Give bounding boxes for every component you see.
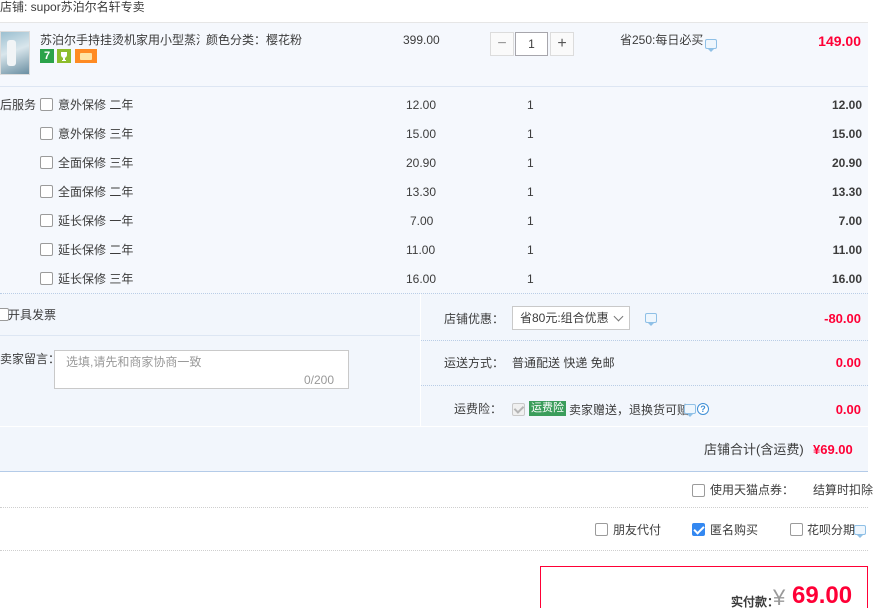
chat-icon[interactable] — [684, 404, 696, 417]
unit-price: 399.00 — [403, 33, 440, 47]
divider — [0, 22, 868, 23]
message-char-count: 0/200 — [304, 373, 335, 387]
store-total-label: 店铺合计(含运费) — [704, 442, 804, 457]
service-name: 意外保修 三年 — [58, 127, 134, 141]
message-label: 卖家留言： — [0, 352, 61, 366]
service-checkbox[interactable] — [40, 214, 53, 227]
store-discount-selected: 省80元:组合优惠 — [520, 311, 609, 325]
service-total: 20.90 — [831, 156, 862, 170]
service-qty: 1 — [527, 272, 534, 286]
friend-pay-label[interactable]: 朋友代付 — [613, 523, 661, 537]
service-name: 延长保修 三年 — [58, 272, 134, 286]
service-total: 7.00 — [838, 214, 862, 228]
service-price: 16.00 — [406, 272, 437, 286]
chat-icon[interactable] — [645, 313, 657, 326]
service-price: 13.30 — [406, 185, 437, 199]
payment-label: 实付款： — [731, 595, 780, 608]
service-price: 7.00 — [410, 214, 434, 228]
service-checkbox[interactable] — [40, 185, 53, 198]
divider — [421, 340, 868, 341]
promotion-text: 省250:每日必买 — [620, 33, 704, 47]
shipping-method: 普通配送 快递 免邮 — [512, 356, 615, 370]
points-status: 结算时扣除 — [813, 483, 874, 497]
service-checkbox[interactable] — [40, 272, 53, 285]
quantity-decrease-button[interactable]: − — [490, 32, 514, 56]
service-qty: 1 — [527, 127, 534, 141]
chevron-down-icon — [613, 311, 624, 322]
service-price: 15.00 — [406, 127, 437, 141]
seven-day-return-icon[interactable]: 7 — [40, 49, 54, 63]
store-total-amount: ¥69.00 — [813, 442, 853, 457]
huabei-label[interactable]: 花呗分期 — [807, 523, 855, 537]
service-name: 全面保修 二年 — [58, 185, 134, 199]
service-qty: 1 — [527, 185, 534, 199]
freight-insurance-text: 卖家赠送，退换货可赔 — [569, 403, 690, 417]
store-discount-amount: -80.00 — [824, 311, 861, 326]
services-label: 后服务 — [0, 98, 37, 112]
service-price: 11.00 — [406, 243, 436, 257]
service-name: 延长保修 二年 — [58, 243, 134, 257]
trophy-icon[interactable] — [57, 49, 71, 63]
service-total: 13.30 — [831, 185, 862, 199]
shop-title: 店铺: supor苏泊尔名轩专卖 — [0, 0, 145, 14]
freight-insurance-label: 运费险： — [454, 402, 503, 416]
store-discount-select[interactable]: 省80元:组合优惠 — [512, 306, 630, 330]
divider — [0, 550, 868, 551]
help-icon[interactable]: ? — [697, 403, 709, 415]
service-checkbox[interactable] — [40, 127, 53, 140]
service-name: 延长保修 一年 — [58, 214, 134, 228]
service-qty: 1 — [527, 214, 534, 228]
service-total: 12.00 — [831, 98, 862, 112]
payment-amount: 69.00 — [792, 582, 853, 608]
product-thumbnail[interactable] — [0, 31, 30, 75]
service-checkbox[interactable] — [40, 156, 53, 169]
chat-icon[interactable] — [705, 39, 717, 52]
divider — [421, 385, 868, 386]
service-qty: 1 — [527, 156, 534, 170]
payment-currency: ¥ — [773, 585, 786, 608]
points-label[interactable]: 使用天猫点券： — [710, 483, 794, 497]
divider — [0, 471, 868, 472]
service-total: 11.00 — [832, 243, 862, 257]
points-checkbox[interactable] — [692, 484, 705, 497]
service-price: 20.90 — [406, 156, 437, 170]
shipping-amount: 0.00 — [835, 355, 861, 370]
freight-insurance-checkbox — [512, 403, 525, 416]
freight-insurance-badge: 运费险 — [529, 401, 566, 416]
divider — [0, 86, 868, 87]
product-title-link[interactable]: 苏泊尔手持挂烫机家用小型蒸汽... — [40, 33, 200, 47]
service-qty: 1 — [527, 243, 534, 257]
divider — [0, 335, 420, 336]
shipping-label: 运送方式： — [444, 356, 505, 370]
credit-card-icon[interactable] — [75, 49, 97, 63]
service-qty: 1 — [527, 98, 534, 112]
service-price: 12.00 — [406, 98, 437, 112]
divider — [0, 507, 868, 508]
invoice-label[interactable]: 开具发票 — [8, 308, 56, 322]
friend-pay-checkbox[interactable] — [595, 523, 608, 536]
anonymous-checkbox[interactable] — [692, 523, 705, 536]
message-placeholder: 选填,请先和商家协商一致 — [66, 355, 202, 369]
product-sku: 颜色分类：樱花粉 — [206, 33, 303, 47]
quantity-input[interactable]: 1 — [515, 32, 548, 56]
service-total: 16.00 — [831, 272, 862, 286]
quantity-increase-button[interactable]: + — [550, 32, 574, 56]
chat-icon[interactable] — [854, 525, 866, 538]
anonymous-label[interactable]: 匿名购买 — [710, 523, 758, 537]
freight-insurance-amount: 0.00 — [835, 402, 861, 417]
service-name: 意外保修 二年 — [58, 98, 134, 112]
service-name: 全面保修 三年 — [58, 156, 134, 170]
store-discount-label: 店铺优惠： — [444, 312, 505, 326]
service-checkbox[interactable] — [40, 243, 53, 256]
service-total: 15.00 — [831, 127, 862, 141]
product-subtotal: 149.00 — [818, 33, 861, 49]
huabei-checkbox[interactable] — [790, 523, 803, 536]
service-checkbox[interactable] — [40, 98, 53, 111]
